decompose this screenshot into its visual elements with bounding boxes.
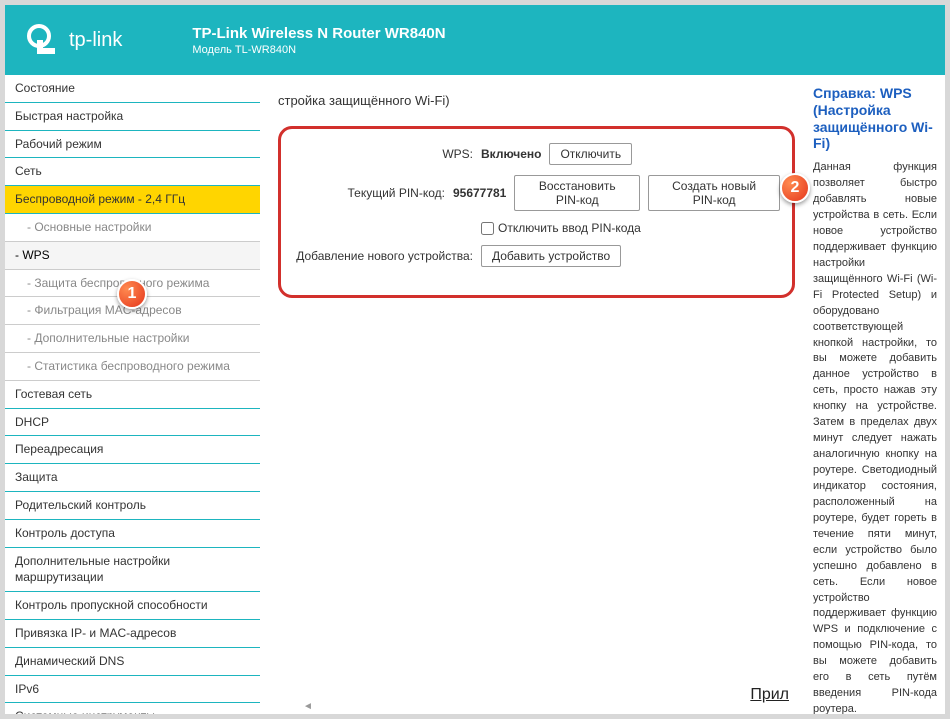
sidebar-item-15[interactable]: Родительский контроль <box>5 492 260 520</box>
sidebar-item-5[interactable]: - Основные настройки <box>5 214 260 242</box>
bottom-bar: Прил <box>315 684 795 706</box>
sidebar-item-0[interactable]: Состояние <box>5 75 260 103</box>
wps-panel: WPS: Включено Отключить Текущий PIN-код:… <box>278 126 795 298</box>
add-device-button[interactable]: Добавить устройство <box>481 245 621 267</box>
page-subtitle: Модель TL-WR840N <box>192 44 445 56</box>
annotation-marker-2: 2 <box>780 173 810 203</box>
sidebar-item-2[interactable]: Рабочий режим <box>5 131 260 159</box>
sidebar-item-22[interactable]: Системные инструменты <box>5 703 260 714</box>
section-title: стройка защищённого Wi-Fi) <box>278 93 795 108</box>
help-title: Справка: WPS (Настройка защищённого Wi-F… <box>813 85 937 152</box>
sidebar-item-19[interactable]: Привязка IP- и MAC-адресов <box>5 620 260 648</box>
brand-logo: tp-link <box>25 22 122 58</box>
new-pin-button[interactable]: Создать новый PIN-код <box>648 175 780 211</box>
sidebar-item-6[interactable]: - WPS <box>5 242 260 270</box>
pin-value: 95677781 <box>453 186 506 200</box>
sidebar-item-13[interactable]: Переадресация <box>5 436 260 464</box>
sidebar-item-11[interactable]: Гостевая сеть <box>5 381 260 409</box>
sidebar-item-10[interactable]: - Статистика беспроводного режима <box>5 353 260 381</box>
help-text: Данная функция позволяет быстро добавлят… <box>813 160 937 714</box>
wps-status: Включено <box>481 147 541 161</box>
sidebar-item-12[interactable]: DHCP <box>5 409 260 437</box>
disable-pin-label: Отключить ввод PIN-кода <box>498 221 641 235</box>
add-device-label: Добавление нового устройства: <box>293 249 473 263</box>
sidebar-item-21[interactable]: IPv6 <box>5 676 260 704</box>
annotation-marker-1: 1 <box>117 279 147 309</box>
page-title: TP-Link Wireless N Router WR840N <box>192 25 445 42</box>
sidebar-nav: СостояниеБыстрая настройкаРабочий режимС… <box>5 75 260 714</box>
pin-label: Текущий PIN-код: <box>293 186 445 200</box>
disable-pin-checkbox[interactable] <box>481 222 494 235</box>
sidebar-item-18[interactable]: Контроль пропускной способности <box>5 592 260 620</box>
app-header: tp-link TP-Link Wireless N Router WR840N… <box>5 5 945 75</box>
sidebar-item-20[interactable]: Динамический DNS <box>5 648 260 676</box>
sidebar-item-16[interactable]: Контроль доступа <box>5 520 260 548</box>
wps-disable-button[interactable]: Отключить <box>549 143 632 165</box>
sidebar-item-3[interactable]: Сеть <box>5 158 260 186</box>
restore-pin-button[interactable]: Восстановить PIN-код <box>514 175 640 211</box>
bottom-text: Прил <box>750 686 789 704</box>
sidebar-item-1[interactable]: Быстрая настройка <box>5 103 260 131</box>
sidebar-item-17[interactable]: Дополнительные настройки маршрутизации <box>5 548 260 593</box>
brand-text: tp-link <box>69 29 122 52</box>
tplink-logo-icon <box>25 22 61 58</box>
main-content: стройка защищённого Wi-Fi) WPS: Включено… <box>260 75 805 714</box>
header-titles: TP-Link Wireless N Router WR840N Модель … <box>192 25 445 56</box>
sidebar-item-9[interactable]: - Дополнительные настройки <box>5 325 260 353</box>
sidebar-item-4[interactable]: Беспроводной режим - 2,4 ГГц <box>5 186 260 214</box>
scroll-hint-icon: ◄ <box>303 701 313 712</box>
sidebar-item-14[interactable]: Защита <box>5 464 260 492</box>
wps-label: WPS: <box>293 147 473 161</box>
help-panel: Справка: WPS (Настройка защищённого Wi-F… <box>805 75 945 714</box>
